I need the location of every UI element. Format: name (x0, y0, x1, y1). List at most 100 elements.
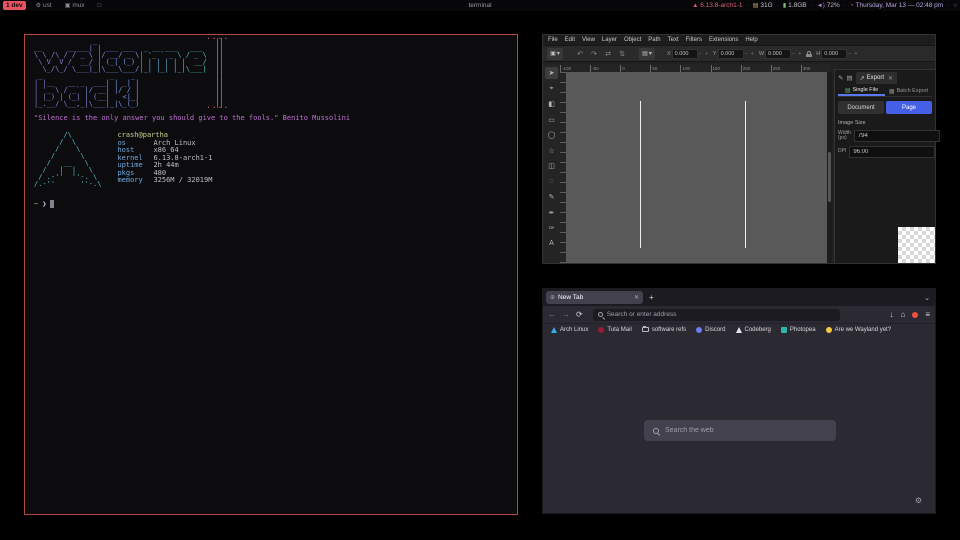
shape-builder-tool[interactable]: ◧ (545, 98, 558, 110)
prompt-symbol: ❯ (42, 200, 46, 208)
export-dpi-input[interactable] (849, 146, 935, 158)
workspace-dev[interactable]: 1 dev (3, 1, 26, 10)
menu-object[interactable]: Object (624, 37, 641, 43)
separator: · (947, 2, 949, 9)
close-icon[interactable]: ✕ (888, 75, 893, 82)
x-coordinate-field: X 0.000 − + (667, 49, 709, 59)
star-tool[interactable]: ☆ (545, 145, 558, 157)
canvas-scrollbar[interactable] (827, 72, 832, 263)
lock-aspect-ratio-icon[interactable] (806, 51, 812, 57)
w-input[interactable]: 0.000 (765, 49, 791, 59)
width-coordinate-field: W 0.000 − + (759, 49, 802, 59)
personalize-gear-icon[interactable]: ⚙ (915, 496, 922, 505)
volume-module[interactable]: ◄) 72% (817, 2, 840, 9)
raise-lower-dropdown[interactable]: ▤ ▾ (639, 48, 655, 60)
url-bar[interactable] (593, 309, 840, 321)
scrollbar-thumb[interactable] (828, 152, 831, 202)
flip-vertical-icon[interactable]: ⇅ (617, 50, 627, 58)
text-tool[interactable]: A (545, 238, 558, 250)
forward-button[interactable]: → (562, 310, 570, 319)
tab-single-file[interactable]: ▤ Single File (838, 86, 885, 96)
separator: · (747, 2, 749, 9)
workspace-empty[interactable]: □ (95, 1, 105, 10)
bookmark-tuta-mail[interactable]: Tuta Mail (598, 327, 631, 333)
bookmark-are-we-wayland-yet[interactable]: Are we Wayland yet? (826, 327, 891, 333)
workspace-mux[interactable]: ▣ mux (62, 1, 88, 10)
menu-filters[interactable]: Filters (686, 37, 702, 43)
drawn-vertical-line[interactable] (745, 101, 746, 248)
y-input[interactable]: 0.000 (718, 49, 744, 59)
x-stepper[interactable]: − + (699, 51, 709, 57)
y-label: Y (713, 51, 717, 57)
export-scope-buttons: Document Page (838, 101, 932, 114)
rotate-cw-icon[interactable]: ↷ (589, 50, 599, 58)
bookmark-codeberg[interactable]: Codeberg (736, 327, 771, 333)
bookmark-discord[interactable]: Discord (696, 327, 725, 333)
bookmark-software-refs-folder[interactable]: software refs (642, 327, 686, 333)
close-tab-icon[interactable]: ✕ (634, 294, 639, 301)
shell-prompt[interactable]: ~ ❯ (34, 200, 508, 208)
chevron-down-icon: ▾ (649, 50, 652, 57)
clock-module[interactable]: ◔ Thursday, Mar 13 — 02:48 pm (850, 2, 943, 9)
rectangle-tool[interactable]: ▭ (545, 114, 558, 126)
calligraphy-tool[interactable]: ✑ (545, 222, 558, 234)
extension-red-icon[interactable] (912, 312, 918, 318)
h-stepper[interactable]: − + (848, 51, 858, 57)
menu-hamburger-icon[interactable]: ≡ (925, 310, 930, 319)
layers-icon[interactable]: ▤ (846, 74, 852, 82)
w-stepper[interactable]: − + (792, 51, 802, 57)
rotate-ccw-icon[interactable]: ↶ (575, 50, 585, 58)
export-dialog-tab[interactable]: ↗ Export ✕ (856, 72, 897, 84)
workspace-ust[interactable]: ⚙ ust (33, 1, 55, 10)
selection-mode-dropdown[interactable]: ▣ ▾ (547, 48, 563, 60)
reload-button[interactable]: ⟳ (576, 310, 583, 319)
menu-view[interactable]: View (582, 37, 595, 43)
separator: · (811, 2, 813, 9)
tab-new-tab[interactable]: ⊕ New Tab ✕ (546, 291, 643, 304)
downloads-icon[interactable]: ↓ (889, 310, 893, 319)
box-3d-tool[interactable]: ◫ (545, 160, 558, 172)
y-stepper[interactable]: − + (745, 51, 755, 57)
x-input[interactable]: 0.000 (672, 49, 698, 59)
ellipse-tool[interactable]: ◯ (545, 129, 558, 141)
document-button[interactable]: Document (838, 101, 884, 114)
node-editor-tool[interactable]: ⌖ (545, 83, 558, 95)
inkscape-window: File Edit View Layer Object Path Text Fi… (542, 34, 936, 264)
export-width-input[interactable] (854, 130, 940, 142)
back-button[interactable]: ← (548, 310, 556, 319)
kernel-version: 6.13.8-arch1-1 (700, 2, 742, 9)
selector-tool[interactable]: ➤ (545, 67, 558, 79)
drawn-vertical-line[interactable] (640, 101, 641, 248)
list-tabs-chevron-icon[interactable]: ⌄ (924, 294, 930, 302)
flip-horizontal-icon[interactable]: ⇄ (603, 50, 613, 58)
bookmark-label: Discord (705, 327, 725, 333)
h-input[interactable]: 0.000 (821, 49, 847, 59)
menu-layer[interactable]: Layer (602, 37, 617, 43)
tab-batch-export[interactable]: ▦ Batch Export (885, 86, 932, 96)
bookmark-arch-linux[interactable]: Arch Linux (551, 327, 588, 333)
gear-icon: ⚙ (36, 2, 41, 9)
pencil-tool[interactable]: ✎ (545, 191, 558, 203)
extension-home-icon[interactable]: ⌂ (900, 310, 905, 319)
menu-path[interactable]: Path (648, 37, 660, 43)
menu-edit[interactable]: Edit (565, 37, 575, 43)
menu-extensions[interactable]: Extensions (709, 37, 738, 43)
url-input[interactable] (607, 311, 835, 318)
power-module[interactable]: ○ (953, 3, 957, 9)
bookmark-photopea[interactable]: Photopea (781, 327, 816, 333)
pencil-icon[interactable]: ✎ (838, 74, 843, 82)
ruler-tick: 250 (771, 65, 801, 72)
spiral-tool[interactable]: ◌ (545, 176, 558, 188)
menu-text[interactable]: Text (668, 37, 679, 43)
web-search-input[interactable] (665, 427, 827, 434)
image-size-label: Image Size (838, 120, 932, 126)
pen-tool[interactable]: ✒ (545, 207, 558, 219)
web-search-box[interactable] (644, 420, 836, 441)
new-tab-button[interactable]: + (649, 293, 654, 302)
terminal-quote: "Silence is the only answer you should g… (34, 114, 508, 122)
menu-file[interactable]: File (548, 37, 558, 43)
selection-mode-icon: ▣ (550, 50, 556, 57)
page-button[interactable]: Page (886, 101, 932, 114)
menu-help[interactable]: Help (745, 37, 757, 43)
inkscape-canvas[interactable] (566, 72, 827, 263)
